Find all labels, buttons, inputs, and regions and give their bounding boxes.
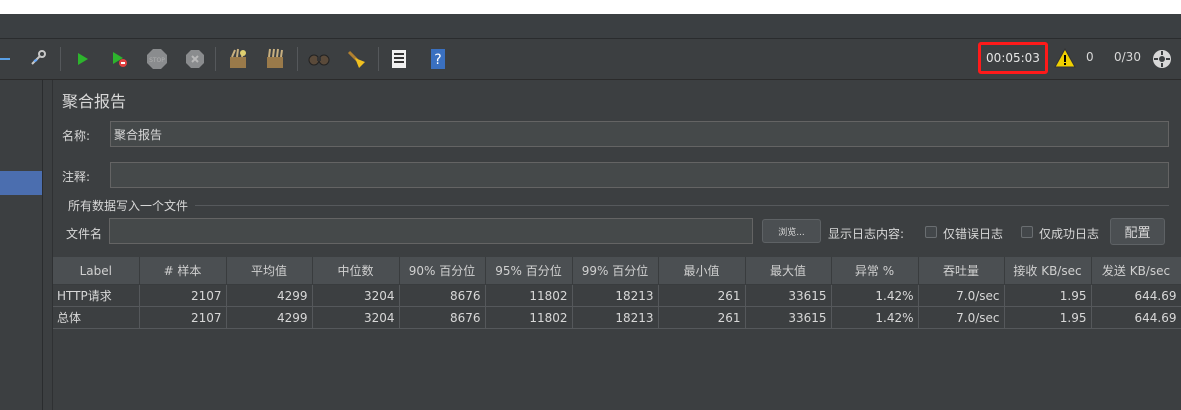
help-icon[interactable]: ? [426, 47, 450, 71]
table-cell: HTTP请求 [53, 284, 140, 307]
column-header[interactable]: 发送 KB/sec [1091, 257, 1181, 285]
table-cell: 1.42% [831, 306, 919, 329]
column-header[interactable]: 异常 % [831, 257, 919, 285]
table-cell: 33615 [745, 284, 832, 307]
column-header[interactable]: 吞吐量 [918, 257, 1005, 285]
active-threads: 0/30 [1114, 50, 1141, 64]
column-header[interactable]: 最小值 [658, 257, 746, 285]
name-label: 名称: [62, 129, 91, 143]
minus-icon[interactable] [0, 47, 18, 71]
clear-icon[interactable] [226, 47, 250, 71]
filename-label: 文件名 [66, 227, 103, 241]
column-header[interactable]: Label [53, 257, 140, 285]
clear-all-icon[interactable] [263, 47, 287, 71]
errors-only-checkbox[interactable] [925, 226, 937, 238]
table-cell: 3204 [312, 284, 400, 307]
start-icon[interactable] [70, 47, 94, 71]
toolbar-separator [60, 47, 61, 71]
table-empty-area [53, 330, 1181, 410]
stop-icon[interactable]: STOP [145, 47, 169, 71]
svg-text:?: ? [434, 52, 441, 68]
toolbar-separator [297, 47, 298, 71]
success-only-label: 仅成功日志 [1039, 227, 1100, 241]
elapsed-time: 00:05:03 [978, 42, 1048, 74]
shutdown-icon[interactable] [183, 47, 207, 71]
column-header[interactable]: 中位数 [312, 257, 400, 285]
table-header-row: Label # 样本 平均值 中位数 90% 百分位 95% 百分位 99% 百… [53, 257, 1181, 285]
column-header[interactable]: 90% 百分位 [399, 257, 486, 285]
configure-button[interactable]: 配置 [1110, 218, 1165, 245]
log-display-label: 显示日志内容: [828, 227, 905, 241]
table-cell: 1.95 [1004, 284, 1092, 307]
reset-search-icon[interactable] [344, 47, 368, 71]
table-cell: 7.0/sec [918, 306, 1005, 329]
browse-button[interactable]: 浏览... [762, 219, 821, 243]
search-icon[interactable] [307, 47, 331, 71]
function-helper-icon[interactable] [387, 47, 411, 71]
column-header[interactable]: 99% 百分位 [572, 257, 659, 285]
results-table[interactable]: Label # 样本 平均值 中位数 90% 百分位 95% 百分位 99% 百… [53, 257, 1181, 329]
table-cell: 18213 [572, 284, 659, 307]
test-plan-tree[interactable] [0, 80, 43, 410]
table-cell: 8676 [399, 284, 486, 307]
table-cell: 33615 [745, 306, 832, 329]
table-cell: 11802 [485, 284, 573, 307]
wrench-icon[interactable] [26, 47, 50, 71]
table-cell: 1.95 [1004, 306, 1092, 329]
toolbar-separator [215, 47, 216, 71]
warning-count: 0 [1086, 50, 1094, 64]
svg-text:STOP: STOP [149, 57, 165, 64]
table-cell: 3204 [312, 306, 400, 329]
table-cell: 4299 [226, 306, 313, 329]
table-cell: 总体 [53, 306, 140, 329]
group-border [195, 205, 1169, 206]
table-cell: 7.0/sec [918, 284, 1005, 307]
table-cell: 2107 [139, 306, 227, 329]
filename-input[interactable] [109, 218, 753, 244]
file-group-title: 所有数据写入一个文件 [68, 199, 189, 213]
start-no-pause-icon[interactable] [107, 47, 131, 71]
table-cell: 261 [658, 306, 746, 329]
table-row[interactable]: 总体 2107 4299 3204 8676 11802 18213 261 3… [53, 306, 1181, 329]
table-cell: 11802 [485, 306, 573, 329]
window-top-strip [0, 0, 1181, 14]
comment-field[interactable] [110, 162, 1169, 188]
comment-label: 注释: [62, 170, 91, 184]
toolbar-separator [378, 47, 379, 71]
column-header[interactable]: 95% 百分位 [485, 257, 573, 285]
column-header[interactable]: 接收 KB/sec [1004, 257, 1092, 285]
column-header[interactable]: # 样本 [139, 257, 227, 285]
table-cell: 4299 [226, 284, 313, 307]
warning-icon[interactable] [1054, 47, 1076, 71]
name-field[interactable]: 聚合报告 [110, 121, 1169, 147]
table-cell: 1.42% [831, 284, 919, 307]
column-header[interactable]: 平均值 [226, 257, 313, 285]
table-row[interactable]: HTTP请求 2107 4299 3204 8676 11802 18213 2… [53, 284, 1181, 307]
table-cell: 2107 [139, 284, 227, 307]
tree-selected-item[interactable] [0, 171, 42, 195]
page-title: 聚合报告 [62, 92, 127, 111]
menu-bar [0, 14, 1181, 39]
column-header[interactable]: 最大值 [745, 257, 832, 285]
success-only-checkbox[interactable] [1021, 226, 1033, 238]
table-cell: 261 [658, 284, 746, 307]
table-cell: 8676 [399, 306, 486, 329]
table-cell: 644.69 [1091, 284, 1181, 307]
table-cell: 644.69 [1091, 306, 1181, 329]
table-cell: 18213 [572, 306, 659, 329]
remote-icon[interactable] [1150, 47, 1174, 71]
errors-only-label: 仅错误日志 [943, 227, 1004, 241]
